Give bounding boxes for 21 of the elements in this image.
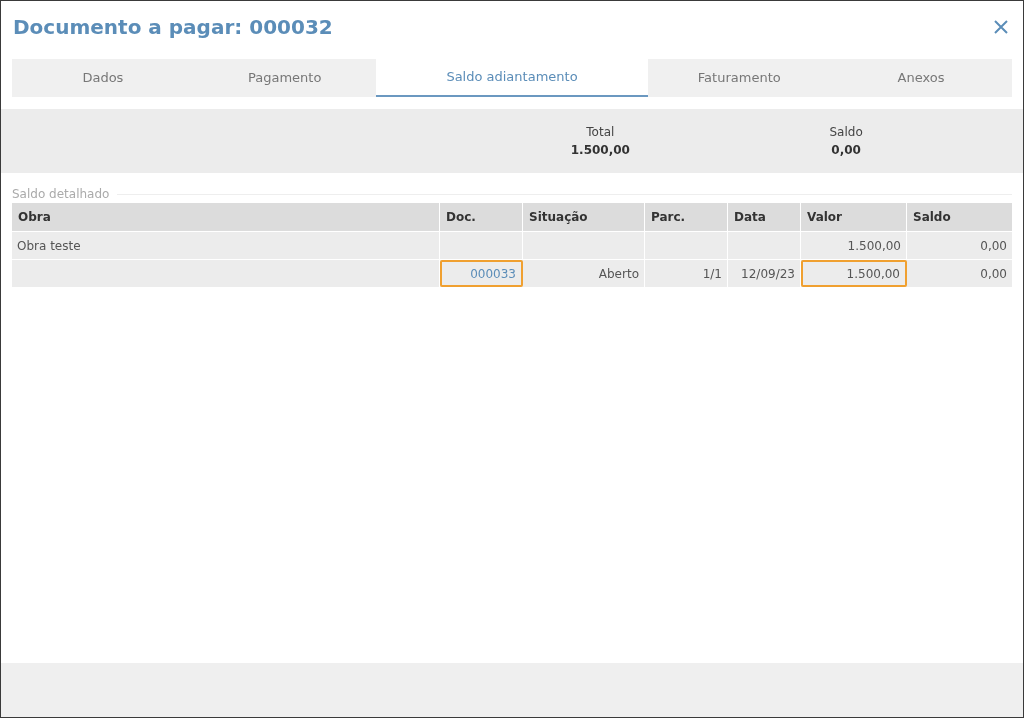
document-link[interactable]: 000033 xyxy=(470,264,516,283)
column-header: Saldo xyxy=(912,209,952,226)
table-cell-text: 1.500,00 xyxy=(847,237,901,255)
tab[interactable]: Anexos xyxy=(830,59,1012,97)
table-cell-text: Aberto xyxy=(598,265,639,283)
summary-label: Saldo xyxy=(829,124,863,141)
table-cell-text: 12/09/23 xyxy=(741,265,795,283)
tab[interactable]: Pagamento xyxy=(193,59,376,97)
summary-label: Total xyxy=(586,124,615,141)
table-cell-text: 0,00 xyxy=(980,265,1007,283)
table-cell-text: Obra teste xyxy=(17,237,81,255)
tab[interactable]: Faturamento xyxy=(648,59,831,97)
summary-value: 1.500,00 xyxy=(570,142,630,159)
tab[interactable]: Dados xyxy=(12,59,194,97)
table-cell-text: 0,00 xyxy=(980,237,1007,255)
close-icon[interactable] xyxy=(993,19,1009,35)
table-cell-text: 1.500,00 xyxy=(846,265,900,283)
summary-value: 0,00 xyxy=(831,142,861,159)
section-title: Saldo detalhado xyxy=(12,186,110,203)
dialog-title: Documento a pagar: 000032 xyxy=(13,14,333,41)
table-cell-text: 1/1 xyxy=(702,265,722,283)
